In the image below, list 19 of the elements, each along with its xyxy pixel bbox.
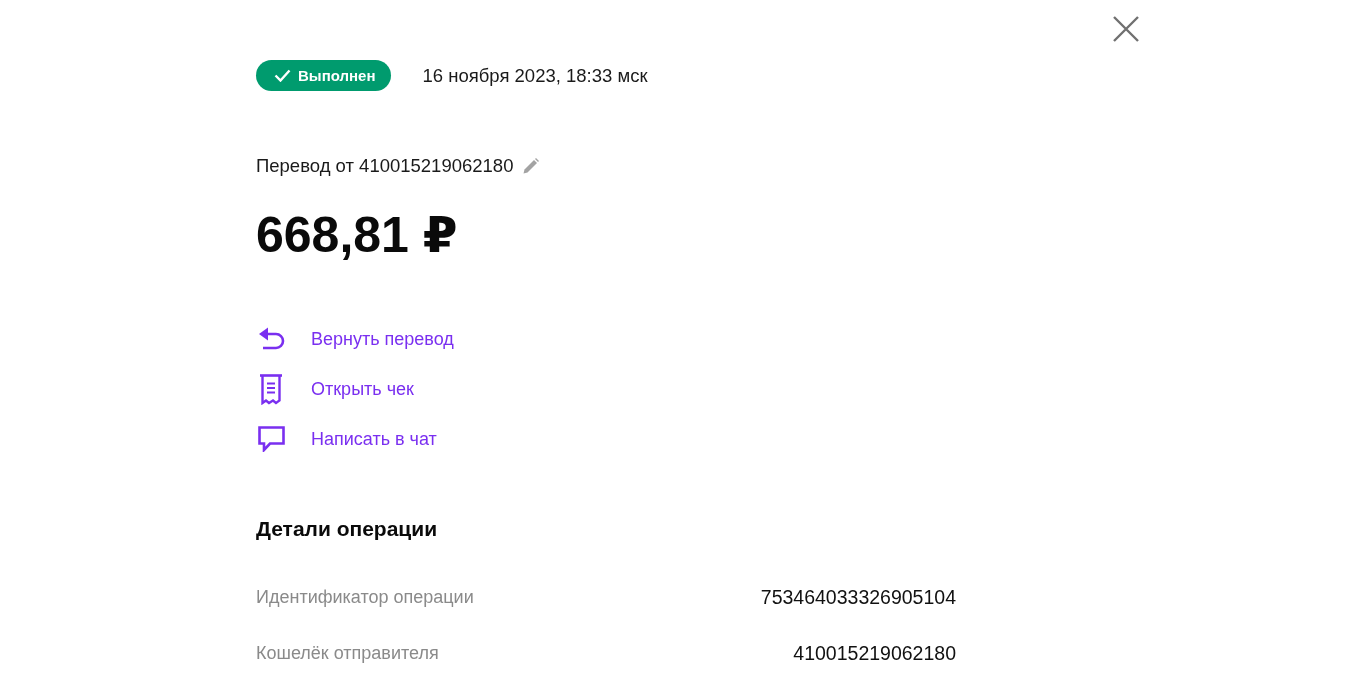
detail-value: 410015219062180 bbox=[793, 641, 956, 665]
pencil-icon[interactable] bbox=[523, 158, 540, 174]
section-heading: Детали операции bbox=[256, 516, 438, 542]
action-link[interactable]: Написать в чат bbox=[256, 414, 437, 464]
return-arrow-icon bbox=[257, 327, 285, 351]
close-button[interactable] bbox=[1112, 15, 1140, 43]
check-icon bbox=[274, 69, 291, 82]
receipt-icon bbox=[259, 373, 283, 405]
action-link[interactable]: Открыть чек bbox=[256, 364, 414, 414]
detail-value: 753464033326905104 bbox=[760, 585, 956, 609]
action-link[interactable]: Вернуть перевод bbox=[256, 314, 454, 364]
amount: 668,81 ₽ bbox=[256, 207, 458, 263]
speech-bubble-icon bbox=[257, 426, 285, 452]
transfer-title: Перевод от 410015219062180 bbox=[256, 154, 514, 178]
detail-label: Кошелёк отправителя bbox=[256, 642, 439, 664]
status-label: Выполнен bbox=[298, 67, 376, 84]
detail-label: Идентификатор операции bbox=[256, 586, 474, 608]
close-icon bbox=[1112, 15, 1140, 43]
operation-date: 16 ноября 2023, 18:33 мск bbox=[422, 64, 648, 87]
